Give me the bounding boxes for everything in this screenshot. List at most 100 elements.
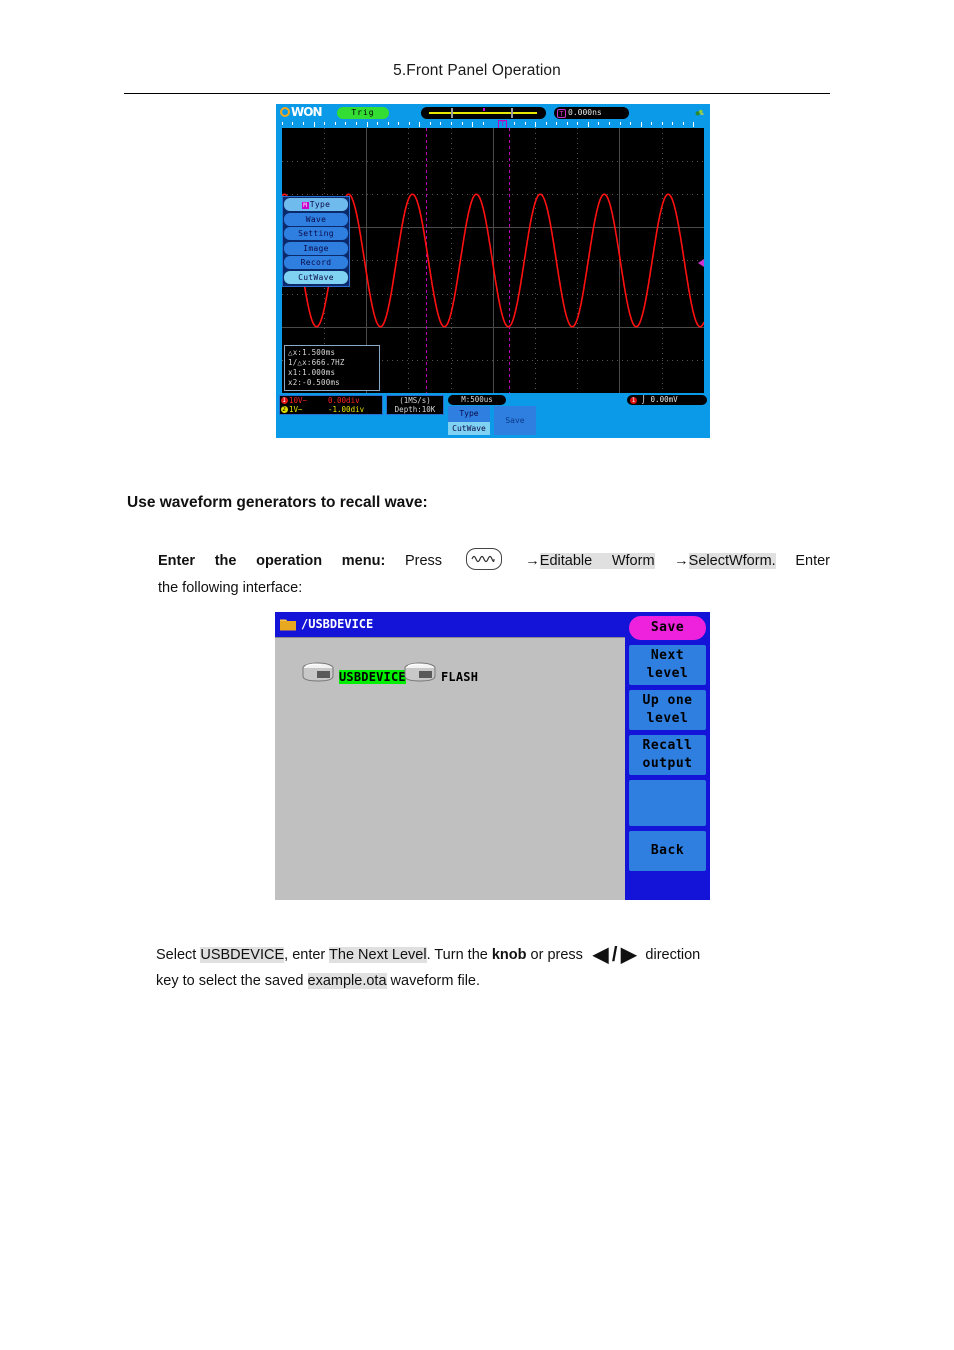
drive-icon <box>404 662 436 682</box>
sidebar-button-recall-output-line2: output <box>642 756 693 771</box>
trigger-level-marker[interactable] <box>698 259 704 267</box>
instruction-lead: Enter the operation menu: <box>158 553 386 569</box>
horizontal-ruler: T <box>282 120 704 129</box>
closing-text-5: direction <box>641 947 701 963</box>
folder-icon <box>280 619 296 631</box>
channel-2-offset: -1.00div <box>328 405 365 414</box>
closing-text-6: key to select the saved <box>156 973 308 989</box>
channel-1-row[interactable]: 1 10V~ 0.00div <box>280 396 382 405</box>
scope-top-bar: WON Trig T 0.000ns <box>276 104 710 121</box>
drive-item-flash[interactable]: FLASH <box>401 662 521 688</box>
sidebar-button-empty[interactable] <box>628 779 707 827</box>
memory-trigger-mark <box>483 108 485 111</box>
measurement-readout-box: △x:1.500ms 1/△x:666.7HZ x1:1.000ms x2:-0… <box>284 345 380 391</box>
arrow-1-icon: → <box>525 553 540 569</box>
sidebar-button-next-level-line1: Next <box>650 648 685 663</box>
time-reference-badge: T 0.000ns <box>554 106 629 119</box>
sidebar-button-recall-output[interactable]: Recall output <box>628 734 707 776</box>
menu-item-image[interactable]: Image <box>284 241 348 255</box>
closing-text-2: , enter <box>284 947 330 963</box>
owon-logo: WON <box>280 106 323 119</box>
scope-status-bar: 1 10V~ 0.00div 2 1V~ -1.00div (1MS/s) De… <box>276 394 710 438</box>
menu-item-record[interactable]: Record <box>284 256 348 269</box>
bottom-button-type-value: CutWave <box>448 422 490 435</box>
trigger-slope-icon: ⌡ <box>641 395 647 404</box>
sidebar-button-up-one-level-line2: level <box>646 711 689 726</box>
channel-1-offset: 0.00div <box>328 396 360 405</box>
drive-label-flash: FLASH <box>441 670 479 684</box>
sidebar-button-save[interactable]: Save <box>628 615 707 641</box>
memory-tick-left <box>451 107 453 118</box>
menu-item-wave[interactable]: Wave <box>284 212 348 226</box>
sample-rate-value: (1MS/s) <box>399 396 431 405</box>
measure-inverse-delta-x: 1/△x:666.7HZ <box>288 358 345 367</box>
file-browser-path-bar: /USBDEVICE <box>275 612 625 637</box>
channel-2-scale: 1V~ <box>289 405 303 414</box>
sidebar-button-back-label: Back <box>650 843 685 858</box>
usb-status-icon <box>695 109 704 116</box>
closing-text-1: Select <box>156 947 201 963</box>
bottom-button-type[interactable]: Type CutWave <box>448 406 490 435</box>
page-header: 5.Front Panel Operation <box>393 62 561 79</box>
channel-1-badge: 1 <box>280 397 288 404</box>
bottom-button-type-label: Type <box>459 409 479 418</box>
sidebar-button-back[interactable]: Back <box>628 830 707 872</box>
file-browser-path-text: /USBDEVICE <box>301 617 374 631</box>
sidebar-button-up-one-level-line1: Up one <box>642 693 693 708</box>
trigger-status-badge: Trig <box>337 106 389 119</box>
menu-step-editable-wform: Editable Wform <box>539 553 655 569</box>
menu-marker-icon: M <box>301 202 309 209</box>
trigger-t-icon: T <box>557 108 566 118</box>
record-depth-value: Depth:10K <box>394 405 436 414</box>
channel-2-badge: 2 <box>280 406 288 413</box>
channel-settings-box: 1 10V~ 0.00div 2 1V~ -1.00div <box>279 395 383 415</box>
closing-highlight-usbdevice: USBDEVICE <box>200 947 285 963</box>
trigger-level-badge: 1 ⌡ 0.00mV <box>627 395 707 405</box>
measure-x2: x2:-0.500ms <box>288 378 340 387</box>
closing-text-4: or press <box>526 947 587 963</box>
drive-icon <box>302 662 334 682</box>
sidebar-button-recall-output-line1: Recall <box>642 738 693 753</box>
menu-item-type[interactable]: M Type <box>284 198 348 211</box>
closing-highlight-filename: example.ota <box>307 973 387 989</box>
drive-label-usbdevice: USBDEVICE <box>339 670 406 684</box>
instruction-tail: Enter <box>795 553 830 569</box>
closing-bold-knob: knob <box>491 947 527 963</box>
sidebar-button-next-level[interactable]: Next level <box>628 644 707 686</box>
sample-depth-box: (1MS/s) Depth:10K <box>386 395 444 415</box>
channel-2-row[interactable]: 2 1V~ -1.00div <box>280 405 382 414</box>
scope-side-menu[interactable]: M Type Wave Setting Image Record CutWave <box>282 196 350 287</box>
section-title: Use waveform generators to recall wave: <box>127 494 428 511</box>
file-browser-content: USBDEVICE FLASH <box>275 637 625 900</box>
trigger-level-value: 0.00mV <box>650 395 678 404</box>
file-browser-sidebar: Save Next level Up one level Recall outp… <box>625 612 710 900</box>
memory-position-bar <box>421 106 546 119</box>
timebase-badge: M:500us <box>448 395 506 405</box>
closing-text-7: waveform file. <box>386 973 481 989</box>
closing-highlight-next-level: The Next Level <box>329 947 427 963</box>
sidebar-button-next-level-line2: level <box>646 666 689 681</box>
wave-button-icon[interactable] <box>465 548 502 570</box>
closing-paragraph: Select USBDEVICE, enter The Next Level. … <box>156 942 830 994</box>
owon-o-icon <box>280 107 290 117</box>
oscilloscope-screenshot: WON Trig T 0.000ns T M Type Wave Setting… <box>276 104 710 438</box>
memory-span-line <box>429 112 537 114</box>
sidebar-button-save-label: Save <box>650 620 685 635</box>
bottom-button-save[interactable]: Save <box>494 406 536 435</box>
instruction-paragraph-line2: the following interface: <box>158 580 303 596</box>
memory-tick-right <box>511 107 513 118</box>
trigger-source-badge: 1 <box>630 397 637 404</box>
menu-step-selectwform: SelectWform. <box>688 553 776 569</box>
instruction-press-word: Press <box>404 553 443 569</box>
sidebar-button-up-one-level[interactable]: Up one level <box>628 689 707 731</box>
direction-keys-icon: ◀ / ▶ <box>592 944 636 966</box>
instruction-paragraph: Enter the operation menu: Press →Editabl… <box>158 543 830 580</box>
waveform-graticule: M Type Wave Setting Image Record CutWave … <box>282 128 704 393</box>
header-divider <box>124 93 830 95</box>
closing-text-3: . Turn the <box>426 947 492 963</box>
arrow-2-icon: → <box>674 553 689 569</box>
channel-1-scale: 10V~ <box>289 396 308 405</box>
file-browser-screenshot: /USBDEVICE USBDEVICE FLASH Save Next lev… <box>275 612 710 900</box>
menu-item-setting[interactable]: Setting <box>284 227 348 240</box>
menu-item-cutwave[interactable]: CutWave <box>284 270 348 284</box>
